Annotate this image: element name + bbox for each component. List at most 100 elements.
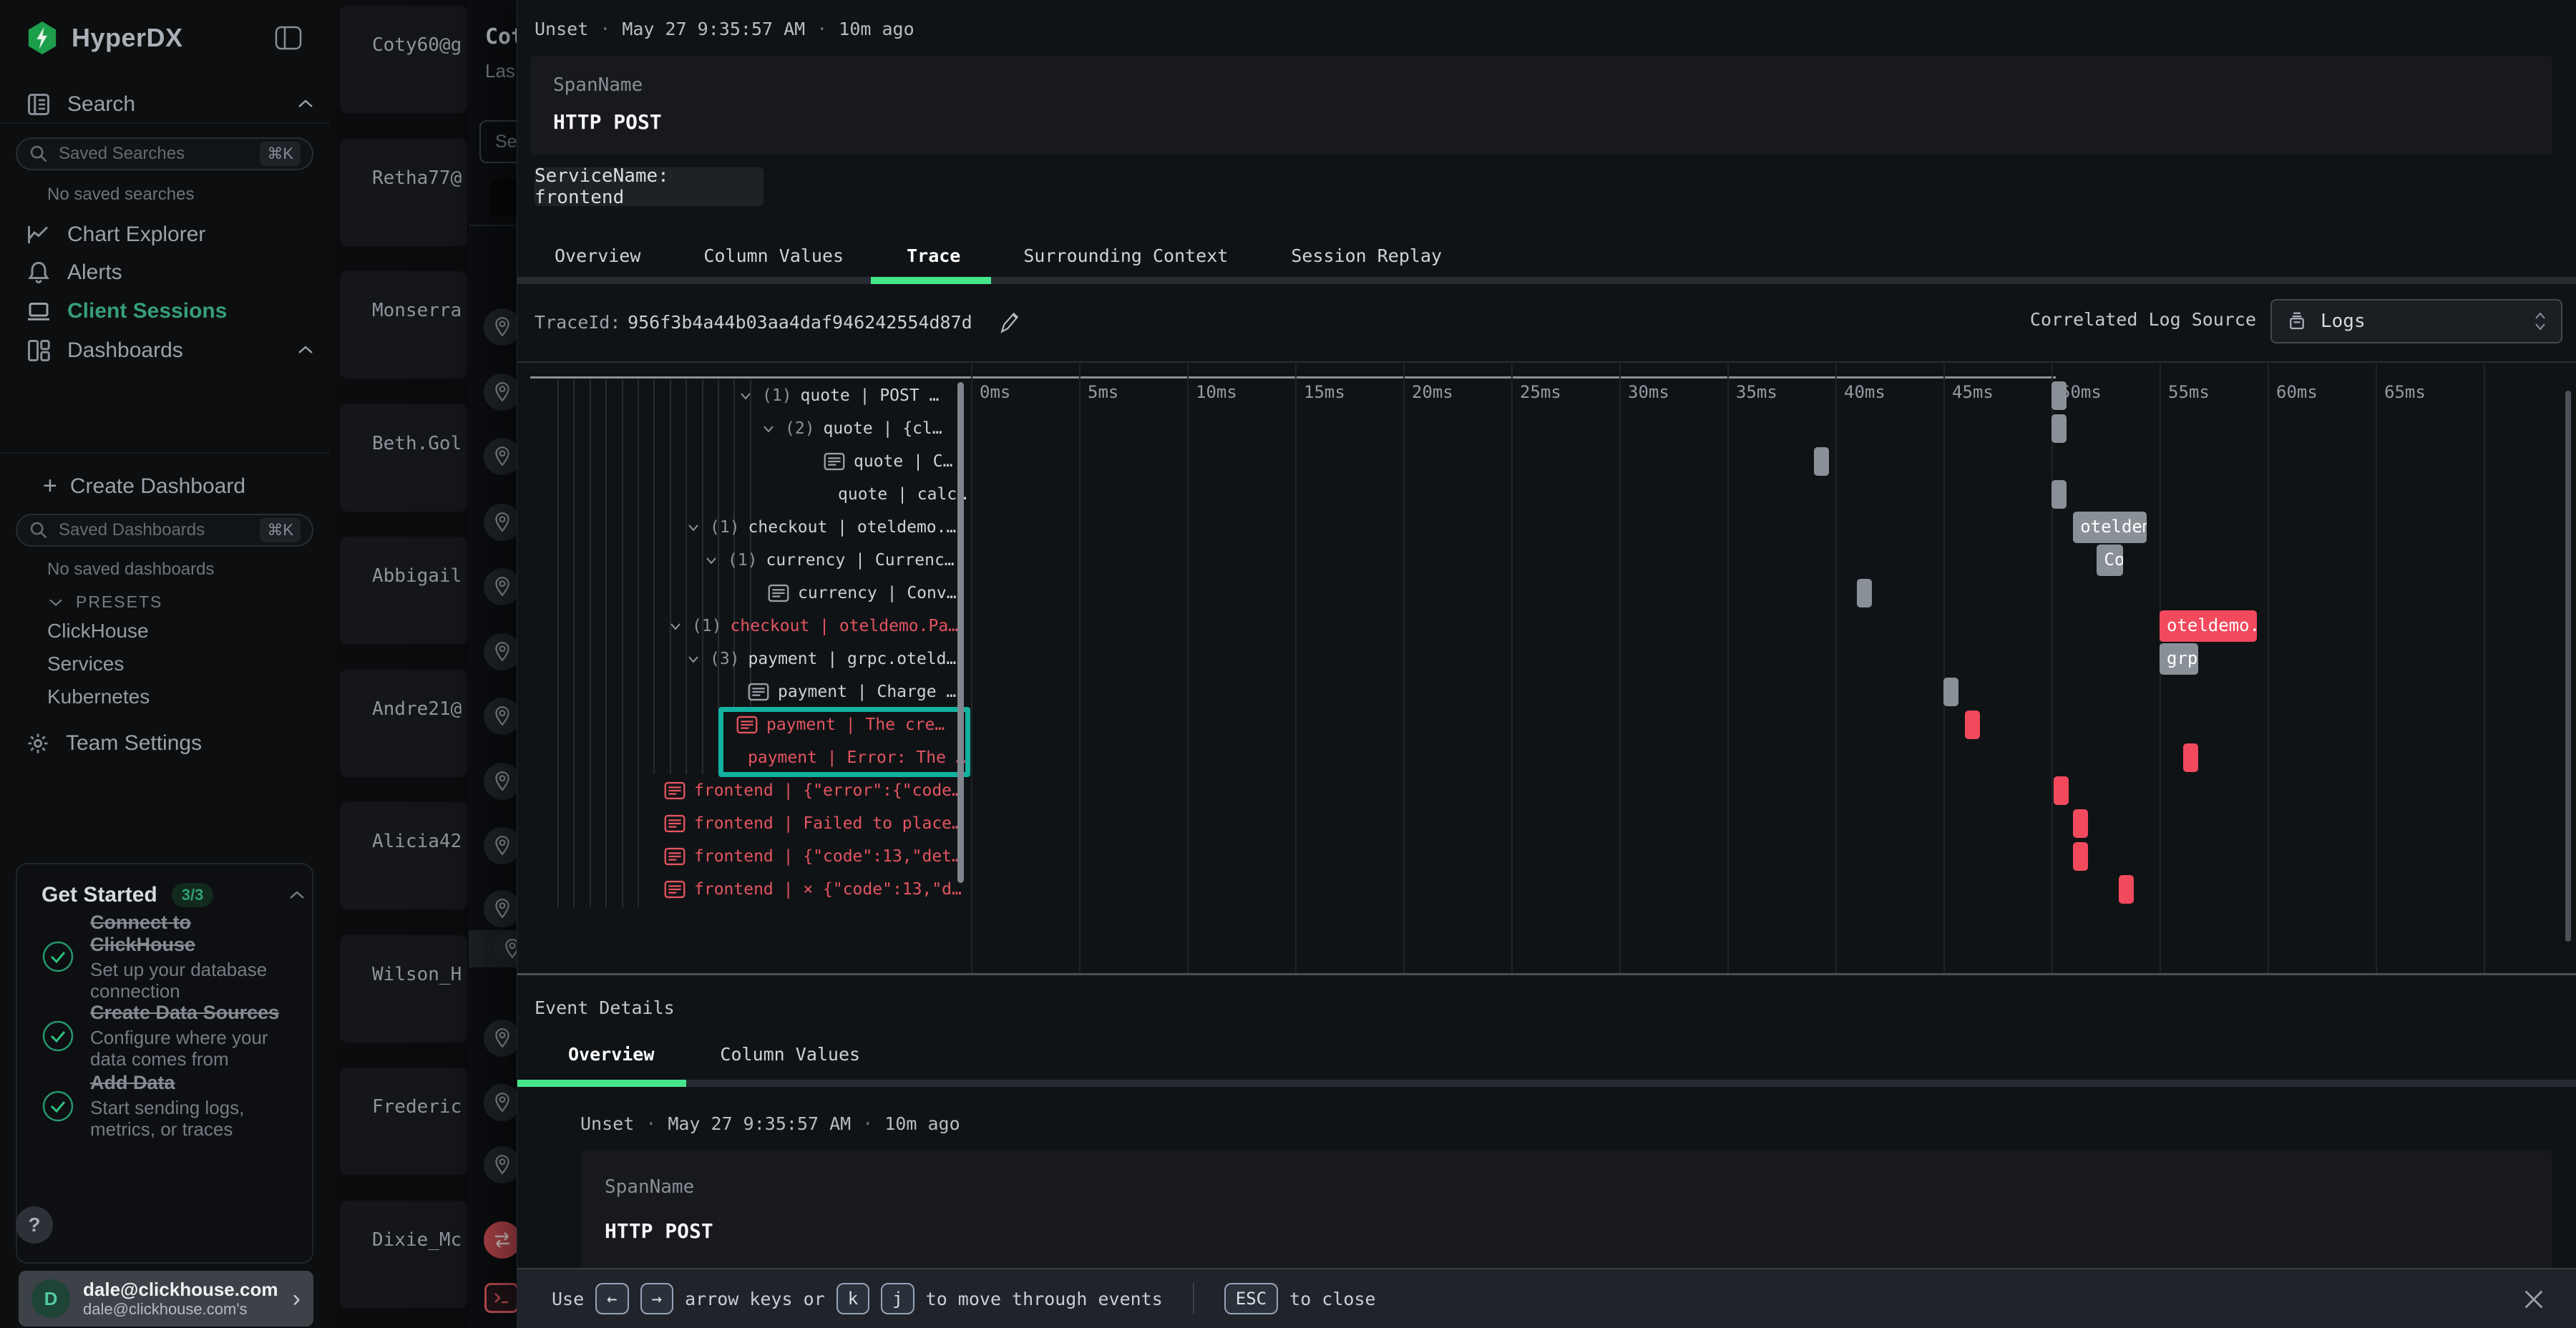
tab-session-replay[interactable]: Session Replay bbox=[1291, 245, 1442, 266]
esc-key[interactable]: ESC bbox=[1224, 1283, 1278, 1314]
preset-kubernetes[interactable]: Kubernetes bbox=[47, 685, 150, 708]
collapse-sidebar-icon[interactable] bbox=[275, 26, 302, 50]
session-card[interactable]: Monserra bbox=[340, 271, 467, 379]
waterfall-bar[interactable]: Co bbox=[2097, 545, 2122, 576]
j-key[interactable]: j bbox=[881, 1283, 914, 1314]
waterfall-bar[interactable]: oteldemo. bbox=[2160, 610, 2257, 642]
waterfall-bar[interactable] bbox=[1965, 711, 1980, 739]
location-pin-icon[interactable] bbox=[484, 1146, 517, 1183]
presets-header[interactable]: PRESETS bbox=[47, 592, 162, 612]
waterfall-bar[interactable] bbox=[2051, 381, 2067, 410]
get-started-step[interactable]: Add DataStart sending logs, metrics, or … bbox=[42, 1072, 299, 1140]
strip-search-input[interactable]: Sea bbox=[479, 120, 517, 163]
chevron-down-icon[interactable] bbox=[761, 421, 776, 436]
correlated-log-source-select[interactable]: Logs bbox=[2270, 299, 2562, 343]
chevron-down-icon[interactable] bbox=[703, 552, 719, 568]
location-pin-icon[interactable] bbox=[484, 308, 517, 346]
service-name-chip[interactable]: ServiceName: frontend bbox=[535, 167, 763, 206]
sidebar-item-alerts[interactable]: Alerts bbox=[26, 260, 122, 285]
sidebar-item-dashboards[interactable]: Dashboards bbox=[26, 338, 183, 363]
waterfall-bar[interactable]: oteldemo. bbox=[2073, 512, 2147, 543]
location-pin-icon[interactable] bbox=[484, 633, 517, 670]
strip-button[interactable] bbox=[490, 179, 517, 216]
edit-pencil-icon[interactable] bbox=[998, 311, 1020, 333]
waterfall-bar[interactable] bbox=[2073, 842, 2088, 871]
preset-clickhouse[interactable]: ClickHouse bbox=[47, 620, 149, 643]
span-row[interactable]: (1)checkout | oteldemo.… bbox=[686, 511, 956, 544]
location-pin-icon[interactable] bbox=[484, 374, 517, 411]
k-key[interactable]: k bbox=[836, 1283, 869, 1314]
tab-surrounding-context[interactable]: Surrounding Context bbox=[1023, 245, 1228, 266]
get-started-step[interactable]: Connect to ClickHouseSet up your databas… bbox=[42, 912, 299, 1002]
right-arrow-key[interactable]: → bbox=[640, 1283, 673, 1314]
span-row[interactable]: (1)quote | POST … bbox=[738, 379, 939, 412]
profile-chip[interactable]: D dale@clickhouse.com dale@clickhouse.co… bbox=[19, 1271, 313, 1327]
location-pin-icon[interactable] bbox=[484, 438, 517, 475]
preset-services[interactable]: Services bbox=[47, 653, 124, 675]
panel-scrollbar[interactable] bbox=[2565, 391, 2571, 942]
waterfall-bar[interactable] bbox=[1857, 579, 1872, 607]
location-pin-icon[interactable] bbox=[484, 504, 517, 541]
create-dashboard-button[interactable]: + Create Dashboard bbox=[43, 472, 245, 500]
waterfall-bar[interactable]: grp bbox=[2160, 643, 2198, 675]
tab-ed-column-values[interactable]: Column Values bbox=[720, 1044, 860, 1065]
brand[interactable]: HyperDX bbox=[26, 20, 183, 56]
location-pin-icon[interactable] bbox=[484, 763, 517, 800]
span-row[interactable]: quote | calc… bbox=[838, 478, 967, 511]
location-pin-icon[interactable] bbox=[484, 827, 517, 864]
saved-searches-input[interactable]: Saved Searches ⌘K bbox=[16, 137, 313, 170]
chevron-up-icon[interactable] bbox=[296, 343, 315, 356]
session-card[interactable]: Beth.Gol bbox=[340, 404, 467, 512]
span-row[interactable]: quote | C… bbox=[824, 445, 952, 478]
session-card[interactable]: Dixie_Mc bbox=[340, 1201, 467, 1308]
waterfall-bar[interactable] bbox=[2183, 743, 2198, 772]
waterfall-bar[interactable] bbox=[2051, 414, 2067, 443]
sidebar-item-team-settings[interactable]: Team Settings bbox=[26, 731, 202, 756]
session-card[interactable]: Alicia42 bbox=[340, 802, 467, 909]
span-row[interactable]: frontend | × {"code":13,"d… bbox=[664, 873, 962, 906]
tab-column-values[interactable]: Column Values bbox=[703, 245, 844, 266]
waterfall-bar[interactable] bbox=[2051, 480, 2067, 509]
location-pin-icon[interactable] bbox=[484, 1084, 517, 1121]
left-arrow-key[interactable]: ← bbox=[595, 1283, 628, 1314]
span-row[interactable]: frontend | {"error":{"code… bbox=[664, 774, 962, 807]
chevron-down-icon[interactable] bbox=[738, 388, 753, 404]
span-row[interactable]: (1)currency | Currenc… bbox=[703, 544, 955, 577]
session-card[interactable]: Retha77@ bbox=[340, 139, 467, 246]
location-pin-icon[interactable] bbox=[484, 890, 517, 927]
location-pin-icon[interactable] bbox=[484, 698, 517, 735]
session-card[interactable]: Abbigail bbox=[340, 537, 467, 644]
tab-trace[interactable]: Trace bbox=[907, 245, 960, 266]
sidebar-item-search[interactable]: Search bbox=[26, 92, 135, 117]
waterfall-bar[interactable] bbox=[1943, 678, 1958, 706]
chevron-down-icon[interactable] bbox=[668, 618, 683, 634]
waterfall-bar[interactable] bbox=[2119, 875, 2134, 904]
session-card[interactable]: Coty60@g bbox=[340, 6, 467, 113]
session-card[interactable]: Wilson_H bbox=[340, 935, 467, 1043]
location-pin-icon[interactable] bbox=[484, 568, 517, 605]
console-error-icon[interactable] bbox=[484, 1283, 517, 1313]
get-started-step[interactable]: Create Data SourcesConfigure where your … bbox=[42, 1002, 299, 1070]
span-row[interactable]: frontend | Failed to place… bbox=[664, 807, 962, 840]
chevron-down-icon[interactable] bbox=[686, 651, 701, 667]
location-pin-icon[interactable] bbox=[484, 1020, 517, 1057]
span-row[interactable]: (1)checkout | oteldemo.Pa… bbox=[668, 610, 958, 643]
chevron-up-icon[interactable] bbox=[296, 97, 315, 110]
session-card[interactable]: Andre21@ bbox=[340, 670, 467, 777]
close-icon[interactable] bbox=[2518, 1284, 2550, 1315]
waterfall-bar[interactable] bbox=[2073, 809, 2088, 838]
span-row[interactable]: currency | Conv… bbox=[768, 577, 957, 610]
sidebar-item-chart-explorer[interactable]: Chart Explorer bbox=[26, 222, 205, 248]
tab-ed-overview[interactable]: Overview bbox=[568, 1044, 654, 1065]
span-row[interactable]: frontend | {"code":13,"det… bbox=[664, 840, 962, 873]
session-card[interactable]: Frederic bbox=[340, 1068, 467, 1175]
tab-overview[interactable]: Overview bbox=[555, 245, 640, 266]
chevron-down-icon[interactable] bbox=[686, 519, 701, 535]
sidebar-item-client-sessions[interactable]: Client Sessions bbox=[26, 298, 227, 324]
waterfall-bar[interactable] bbox=[2054, 776, 2069, 805]
help-button[interactable]: ? bbox=[16, 1206, 53, 1244]
chevron-up-icon[interactable] bbox=[288, 889, 306, 902]
span-row[interactable]: payment | Charge … bbox=[748, 675, 956, 708]
span-row[interactable]: (3)payment | grpc.oteld… bbox=[686, 643, 956, 675]
waterfall-bar[interactable] bbox=[1814, 447, 1829, 476]
